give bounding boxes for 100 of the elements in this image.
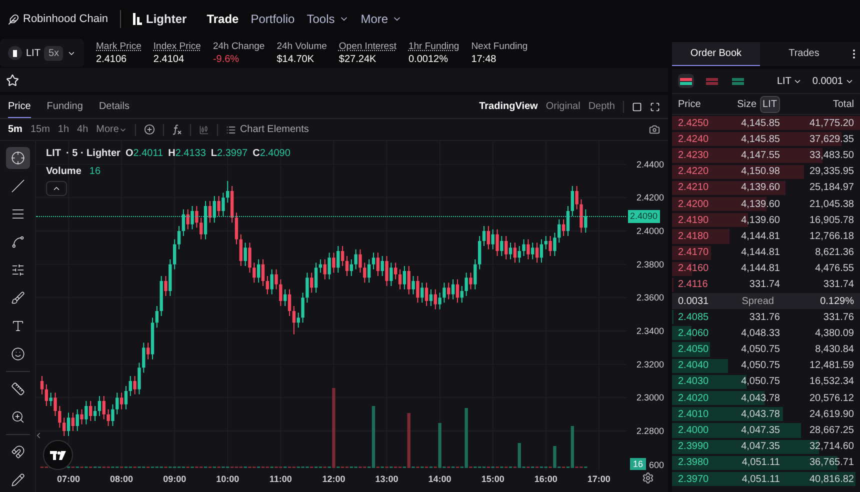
ask-price: 2.4220 <box>678 165 710 180</box>
candlestick <box>222 192 225 216</box>
book-tab[interactable]: Trades <box>760 42 848 66</box>
interval-button[interactable]: 1h <box>58 122 70 137</box>
order-total: 28,667.25 <box>808 424 854 438</box>
chevron-up-icon <box>52 184 61 193</box>
candlestick <box>566 206 570 236</box>
candlestick <box>429 288 433 306</box>
stat-value: 0.0012% <box>408 53 449 66</box>
candlestick <box>380 256 384 276</box>
interval-button[interactable]: 4h <box>77 122 88 137</box>
candlestick <box>460 286 464 304</box>
candlestick <box>128 376 132 396</box>
candlestick <box>314 262 318 294</box>
candlestick <box>442 282 446 304</box>
candlestick <box>562 218 566 236</box>
book-mode-icon[interactable] <box>678 74 694 88</box>
window-icon[interactable] <box>632 102 642 112</box>
candlestick <box>469 272 472 290</box>
candlestick <box>535 242 539 264</box>
chart-tab[interactable]: Price <box>8 95 31 118</box>
candlestick <box>496 228 499 256</box>
interval-button[interactable]: 5m <box>8 122 22 137</box>
interval-button[interactable]: 15m <box>30 122 50 137</box>
book-tab[interactable]: Order Book <box>672 42 760 66</box>
ask-price: 2.4230 <box>678 148 710 163</box>
candlestick <box>447 282 450 300</box>
order-total: 24,619.90 <box>808 408 854 422</box>
candlestick <box>420 282 424 304</box>
stat-label: Next Funding <box>471 40 528 53</box>
price-tick: 2.3800 <box>636 259 664 270</box>
candlestick <box>522 238 526 256</box>
candlestick <box>575 186 578 210</box>
candlestick-icon[interactable] <box>198 124 209 134</box>
order-total: 4,476.55 <box>814 262 854 276</box>
candlestick <box>102 396 106 420</box>
chart-view-tab[interactable]: Depth <box>588 99 615 114</box>
candlestick <box>284 288 287 306</box>
order-book-row[interactable]: 2.4250 4,145.85 41,775.20 <box>672 115 860 132</box>
order-total: 12,481.59 <box>808 359 854 374</box>
order-total: 36,765.71 <box>808 456 854 470</box>
bid-price: 2.4060 <box>678 326 710 341</box>
market-selector[interactable]: LIT 5x <box>0 39 84 67</box>
chart-tab[interactable]: Funding <box>46 95 83 118</box>
order-total: 331.76 <box>822 310 854 325</box>
nav-item[interactable]: Portfolio <box>250 10 295 28</box>
candlestick <box>390 262 393 286</box>
order-size: 4,050.75 <box>740 343 780 358</box>
stat-label: 1hr Funding <box>408 40 460 53</box>
price-tick: 2.3400 <box>636 326 664 336</box>
nav-item[interactable]: Trade <box>206 10 239 28</box>
candlestick <box>71 412 75 432</box>
chart-tab[interactable]: Details <box>98 95 130 118</box>
candlestick <box>66 412 70 436</box>
order-size: 4,144.81 <box>740 246 780 260</box>
order-total: 20,576.12 <box>808 392 854 406</box>
favorite-star-icon[interactable] <box>6 74 19 86</box>
candlestick <box>363 262 366 284</box>
order-total: 8,621.36 <box>814 246 854 260</box>
asset-select[interactable]: LIT <box>776 74 802 88</box>
settings-icon[interactable] <box>642 472 654 484</box>
camera-icon[interactable] <box>649 124 660 135</box>
candlestick <box>580 198 583 234</box>
order-size: 4,047.35 <box>740 424 780 438</box>
function-icon[interactable] <box>172 124 182 135</box>
step-select[interactable]: 0.0001 <box>812 74 854 88</box>
stat-value: 17:48 <box>471 53 498 66</box>
bid-price: 2.4085 <box>678 310 710 325</box>
time-tick: 08:00 <box>110 474 134 484</box>
price-tick: 2.4000 <box>636 226 664 236</box>
crosshair-tool-icon[interactable] <box>6 147 30 169</box>
time-tick: 09:00 <box>163 474 186 484</box>
candlestick <box>200 217 203 240</box>
order-total: 16,905.78 <box>808 214 854 228</box>
order-total: 29,335.95 <box>808 165 854 180</box>
nav-item[interactable]: Tools <box>306 10 349 28</box>
price-tick: 2.4400 <box>636 159 664 170</box>
candlestick <box>350 258 353 276</box>
order-size: 4,139.60 <box>740 181 780 196</box>
add-indicator-icon[interactable] <box>144 124 155 135</box>
order-size: 4,139.60 <box>740 198 780 212</box>
ask-price: 2.4116 <box>678 278 709 292</box>
bid-price: 2.4050 <box>678 343 710 358</box>
collapse-toolbar-icon[interactable] <box>34 431 43 440</box>
bid-price: 2.4030 <box>678 375 710 390</box>
candlestick <box>332 252 336 274</box>
stat-value: $27.24K <box>338 53 378 66</box>
candlestick <box>106 408 110 426</box>
candlestick <box>526 238 530 260</box>
more-intervals-button[interactable]: More <box>96 122 127 137</box>
candlestick <box>155 306 159 328</box>
chart-view-tab[interactable]: TradingView <box>479 99 538 114</box>
candlestick <box>434 288 437 310</box>
chart-elements-button[interactable]: Chart Elements <box>226 122 309 137</box>
fullscreen-icon[interactable] <box>650 102 660 112</box>
candlestick <box>261 258 265 286</box>
chart-view-tab[interactable]: Original <box>546 99 580 114</box>
stat-label: 24h Change <box>212 40 265 53</box>
legend-detail: · 5 · Lighter <box>66 147 120 161</box>
nav-item[interactable]: More <box>360 10 402 28</box>
